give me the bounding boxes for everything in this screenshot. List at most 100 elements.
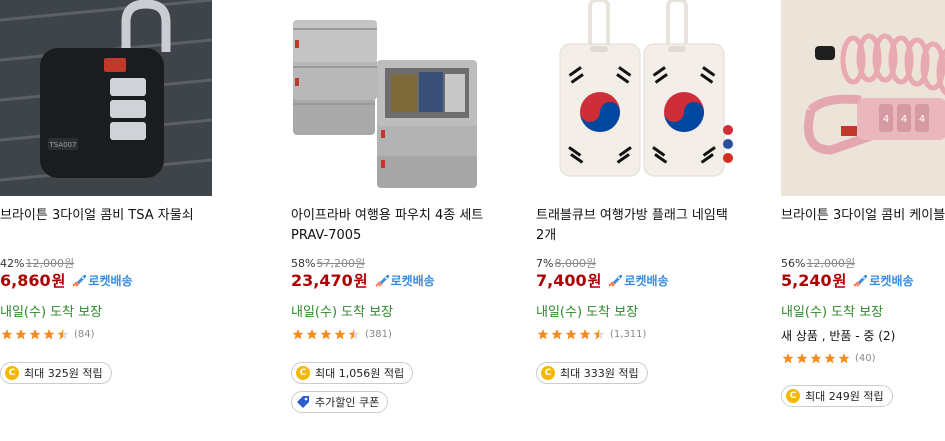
original-price: 12,000원 — [25, 257, 75, 270]
rocket-icon — [72, 274, 87, 287]
star-icon — [838, 353, 850, 364]
sale-price-row: 23,470 원 로켓배송 — [291, 270, 435, 291]
used-product-info[interactable]: 새 상품 , 반품 - 중 (2) — [781, 327, 895, 344]
svg-text:4: 4 — [883, 114, 889, 125]
star-icon — [579, 329, 591, 340]
rating: (1,311) — [536, 328, 646, 341]
rocket-delivery-badge: 로켓배송 — [374, 272, 435, 289]
rocket-label: 로켓배송 — [390, 274, 435, 288]
original-price: 57,200원 — [316, 257, 366, 270]
review-count: (40) — [855, 353, 876, 364]
svg-text:4: 4 — [901, 114, 907, 125]
product-card[interactable]: TSA007 브라이튼 3다이얼 콤비 TSA 자물쇠 42%12,000원 6… — [0, 0, 216, 441]
star-icon — [782, 353, 794, 364]
rocket-delivery-badge: 로켓배송 — [71, 272, 133, 289]
product-image[interactable]: TSA007 — [0, 0, 212, 196]
star-rating — [0, 328, 70, 341]
star-icon — [537, 329, 549, 340]
rocket-label: 로켓배송 — [624, 274, 669, 288]
reward-text: 최대 325원 적립 — [24, 367, 103, 380]
delivery-guarantee: 내일(수) 도착 보장 — [536, 305, 639, 320]
star-icon — [565, 329, 577, 340]
star-icon — [796, 353, 808, 364]
reward-badge: C 최대 1,056원 적립 — [291, 362, 414, 384]
review-count: (84) — [74, 329, 95, 340]
sale-price-row: 6,860 원 로켓배송 — [0, 270, 133, 291]
price-discount-row: 42%12,000원 — [0, 255, 74, 271]
reward-text: 최대 249원 적립 — [805, 390, 884, 403]
svg-text:4: 4 — [919, 114, 925, 125]
rocket-label: 로켓배송 — [869, 274, 914, 288]
price-discount-row: 56%12,000원 — [781, 255, 855, 271]
delivery-guarantee: 내일(수) 도착 보장 — [781, 305, 884, 320]
discount-rate: 7% — [536, 257, 554, 270]
star-icon — [15, 329, 27, 340]
half-star-icon — [57, 329, 69, 340]
star-icon — [551, 329, 563, 340]
reward-badge: C 최대 325원 적립 — [0, 362, 112, 384]
sale-price: 7,400 — [536, 271, 587, 290]
original-price: 8,000원 — [554, 257, 597, 270]
discount-rate: 56% — [781, 257, 806, 270]
coupon-badge[interactable]: 추가할인 쿠폰 — [291, 391, 389, 413]
sale-price-row: 5,240 원 로켓배송 — [781, 270, 914, 291]
star-icon — [306, 329, 318, 340]
discount-rate: 58% — [291, 257, 316, 270]
rocket-label: 로켓배송 — [88, 274, 133, 288]
currency: 원 — [832, 272, 847, 290]
price-discount-row: 58%57,200원 — [291, 255, 365, 271]
delivery-guarantee: 내일(수) 도착 보장 — [291, 305, 394, 320]
discount-rate: 42% — [0, 257, 25, 270]
rating: (381) — [291, 328, 392, 341]
product-image[interactable] — [536, 0, 748, 196]
original-price: 12,000원 — [806, 257, 856, 270]
rocket-delivery-badge: 로켓배송 — [607, 272, 669, 289]
star-rating — [781, 352, 851, 365]
product-name[interactable]: 브라이튼 3다이얼 콤비 TSA 자물쇠 — [0, 206, 200, 226]
half-star-icon — [593, 329, 605, 340]
sale-price: 23,470 — [291, 271, 353, 290]
star-icon — [43, 329, 55, 340]
product-name[interactable]: 트래블큐브 여행가방 플래그 네임택 2개 — [536, 206, 736, 246]
rating: (40) — [781, 352, 876, 365]
currency: 원 — [587, 272, 602, 290]
coupon-text: 추가할인 쿠폰 — [315, 396, 380, 409]
sale-price: 5,240 — [781, 271, 832, 290]
coupon-tag-icon — [296, 395, 310, 409]
product-name[interactable]: 아이프라바 여행용 파우치 4종 세트 PRAV-7005 — [291, 206, 491, 246]
star-icon — [1, 329, 13, 340]
rocket-icon — [374, 274, 389, 287]
rating: (84) — [0, 328, 95, 341]
product-card[interactable]: 4 4 4 브라이튼 3다이얼 콤비 케이블 락 56%12,000원 5,24… — [781, 0, 945, 441]
delivery-guarantee: 내일(수) 도착 보장 — [0, 305, 103, 320]
coin-icon: C — [786, 389, 800, 403]
rocket-icon — [608, 274, 623, 287]
star-icon — [824, 353, 836, 364]
star-icon — [292, 329, 304, 340]
review-count: (1,311) — [610, 329, 647, 340]
product-name[interactable]: 브라이튼 3다이얼 콤비 케이블 락 — [781, 206, 945, 226]
star-rating — [291, 328, 361, 341]
product-image[interactable]: 4 4 4 — [781, 0, 945, 196]
product-card[interactable]: 트래블큐브 여행가방 플래그 네임택 2개 7%8,000원 7,400 원 로켓… — [536, 0, 752, 441]
product-card[interactable]: 아이프라바 여행용 파우치 4종 세트 PRAV-7005 58%57,200원… — [291, 0, 507, 441]
coin-icon: C — [5, 366, 19, 380]
svg-text:TSA007: TSA007 — [49, 141, 77, 149]
reward-text: 최대 333원 적립 — [560, 367, 639, 380]
star-icon — [334, 329, 346, 340]
star-icon — [320, 329, 332, 340]
rocket-delivery-badge: 로켓배송 — [852, 272, 914, 289]
star-icon — [29, 329, 41, 340]
coin-icon: C — [296, 366, 310, 380]
product-image[interactable] — [291, 0, 503, 196]
star-icon — [810, 353, 822, 364]
reward-text: 최대 1,056원 적립 — [315, 367, 405, 380]
review-count: (381) — [365, 329, 392, 340]
price-discount-row: 7%8,000원 — [536, 255, 596, 271]
half-star-icon — [348, 329, 360, 340]
rocket-icon — [853, 274, 868, 287]
sale-price: 6,860 — [0, 271, 51, 290]
reward-badge: C 최대 249원 적립 — [781, 385, 893, 407]
currency: 원 — [51, 272, 66, 290]
sale-price-row: 7,400 원 로켓배송 — [536, 270, 669, 291]
